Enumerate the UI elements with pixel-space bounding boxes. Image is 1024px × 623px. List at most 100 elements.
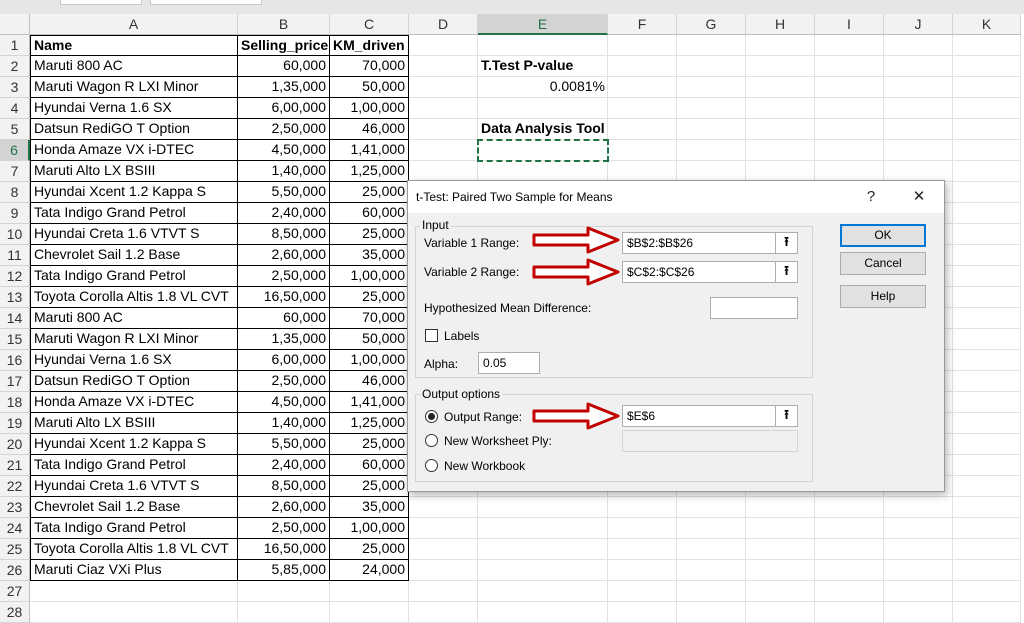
collapse-dialog-icon[interactable]: ⭱ [775,233,797,253]
table-cell[interactable]: Tata Indigo Grand Petrol [30,518,238,539]
table-cell[interactable]: 8,50,000 [238,476,330,497]
table-cell[interactable]: 1,25,000 [330,413,409,434]
table-cell[interactable]: Hyundai Xcent 1.2 Kappa S [30,434,238,455]
cell[interactable] [608,560,677,581]
table-cell[interactable]: 2,50,000 [238,518,330,539]
column-header[interactable]: I [815,14,884,35]
table-cell[interactable]: 2,40,000 [238,455,330,476]
cell[interactable] [953,308,1021,329]
row-header[interactable]: 9 [0,203,30,224]
table-cell[interactable]: 70,000 [330,56,409,77]
table-cell[interactable]: 25,000 [330,476,409,497]
cell[interactable] [953,77,1021,98]
table-cell[interactable]: 25,000 [330,434,409,455]
cell[interactable] [478,581,608,602]
row-header[interactable]: 26 [0,560,30,581]
table-cell[interactable]: 2,50,000 [238,371,330,392]
cell[interactable] [409,560,478,581]
table-cell[interactable]: 46,000 [330,119,409,140]
table-cell[interactable]: Maruti Alto LX BSIII [30,413,238,434]
cell[interactable] [677,518,746,539]
row-header[interactable]: 17 [0,371,30,392]
cell[interactable] [884,539,953,560]
cell[interactable] [677,98,746,119]
alpha-input[interactable]: 0.05 [478,352,540,374]
cell[interactable] [746,161,815,182]
cell[interactable] [953,329,1021,350]
cell[interactable] [953,560,1021,581]
row-header[interactable]: 19 [0,413,30,434]
table-cell[interactable]: 1,40,000 [238,161,330,182]
cell[interactable] [815,581,884,602]
cell[interactable] [478,518,608,539]
table-cell[interactable]: 1,35,000 [238,77,330,98]
cell[interactable] [884,119,953,140]
cell[interactable] [884,98,953,119]
cell[interactable] [677,161,746,182]
cell[interactable] [953,119,1021,140]
table-cell[interactable]: Toyota Corolla Altis 1.8 VL CVT [30,287,238,308]
cell[interactable] [608,497,677,518]
cell[interactable] [409,602,478,623]
table-cell[interactable]: 2,50,000 [238,119,330,140]
cell[interactable] [30,581,238,602]
cell[interactable] [953,434,1021,455]
cell[interactable] [746,119,815,140]
table-cell[interactable]: 16,50,000 [238,539,330,560]
cell[interactable] [608,518,677,539]
table-cell[interactable]: 6,00,000 [238,98,330,119]
cell[interactable] [953,161,1021,182]
row-header[interactable]: 4 [0,98,30,119]
table-cell[interactable]: Datsun RediGO T Option [30,371,238,392]
cell[interactable] [953,35,1021,56]
table-cell[interactable]: 5,50,000 [238,434,330,455]
table-cell[interactable]: Chevrolet Sail 1.2 Base [30,497,238,518]
row-header[interactable]: 12 [0,266,30,287]
cell[interactable] [815,539,884,560]
row-header[interactable]: 7 [0,161,30,182]
cell[interactable] [953,476,1021,497]
cell[interactable] [608,98,677,119]
cell[interactable] [815,602,884,623]
row-header[interactable]: 24 [0,518,30,539]
cell[interactable] [815,56,884,77]
cell[interactable] [884,602,953,623]
table-cell[interactable]: 1,25,000 [330,161,409,182]
active-cell-selection[interactable] [477,139,609,162]
cell[interactable] [478,539,608,560]
table-cell[interactable]: 4,50,000 [238,140,330,161]
cell[interactable] [746,35,815,56]
table-cell[interactable]: 1,00,000 [330,350,409,371]
table-cell[interactable]: 60,000 [330,455,409,476]
table-cell[interactable]: Maruti Wagon R LXI Minor [30,329,238,350]
cancel-button[interactable]: Cancel [840,252,926,275]
table-cell[interactable]: 60,000 [238,308,330,329]
cell[interactable] [677,56,746,77]
table-cell[interactable]: 2,50,000 [238,266,330,287]
cell[interactable] [746,581,815,602]
cell[interactable] [815,77,884,98]
column-header[interactable]: C [330,14,409,35]
cell[interactable] [746,602,815,623]
table-cell[interactable]: Tata Indigo Grand Petrol [30,266,238,287]
cell[interactable] [953,455,1021,476]
cell[interactable] [746,497,815,518]
cell[interactable] [746,77,815,98]
cell[interactable] [953,140,1021,161]
table-cell[interactable]: 6,00,000 [238,350,330,371]
cell[interactable] [884,497,953,518]
cell[interactable] [677,602,746,623]
cell[interactable] [330,581,409,602]
row-header[interactable]: 25 [0,539,30,560]
cell[interactable] [815,35,884,56]
cell[interactable] [30,602,238,623]
close-icon[interactable]: ✕ [906,185,932,209]
cell[interactable] [953,581,1021,602]
cell[interactable] [409,56,478,77]
cell[interactable] [953,98,1021,119]
cell[interactable] [953,602,1021,623]
cell[interactable] [815,518,884,539]
column-header[interactable]: G [677,14,746,35]
cell[interactable] [409,581,478,602]
column-header[interactable]: B [238,14,330,35]
